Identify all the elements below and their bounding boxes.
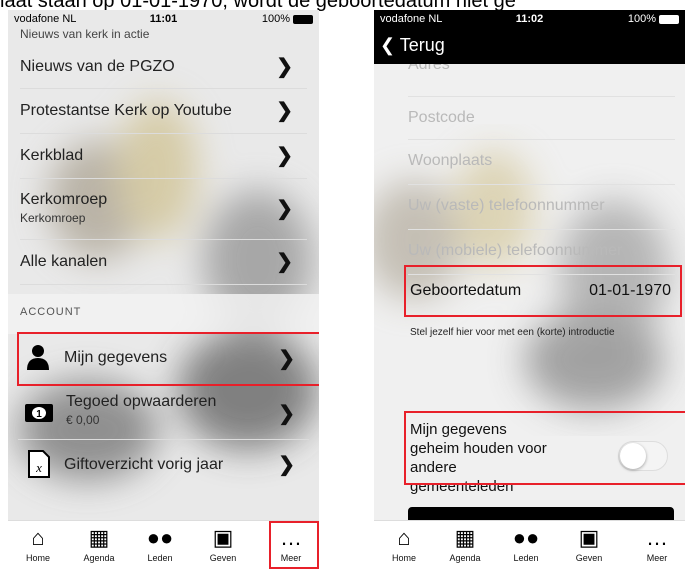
status-bar: vodafone NL 11:02 100% <box>374 10 685 29</box>
chevron-right-icon: ❯ <box>276 56 293 78</box>
calendar-icon: ▦ <box>454 525 476 550</box>
menu-item-label: Tegoed opwaarderen <box>66 393 217 410</box>
menu-item-alle-kanalen[interactable]: Alle kanalen ❯ <box>20 240 307 285</box>
tab-meer[interactable]: … Meer <box>629 523 685 563</box>
tab-leden[interactable]: ●● Leden <box>132 523 188 563</box>
postcode-field[interactable]: Postcode <box>408 97 675 140</box>
highlight-private <box>404 411 685 485</box>
address-field[interactable]: Adres <box>408 56 675 97</box>
menu-item-kerkomroep[interactable]: Kerkomroep Kerkomroep ❯ <box>20 179 307 240</box>
tab-home[interactable]: ⌂ Home <box>376 523 432 563</box>
tab-bar: ⌂ Home ▦ Agenda ●● Leden ▣ Geven … Meer <box>374 520 685 569</box>
phone-menu-screen: vodafone NL 11:01 100% Nieuws van kerk i… <box>8 10 319 569</box>
highlight-tab-meer <box>269 521 319 569</box>
tab-leden[interactable]: ●● Leden <box>498 523 554 563</box>
menu-item-youtube[interactable]: Protestantse Kerk op Youtube ❯ <box>20 89 307 134</box>
money-icon: ▣ <box>578 525 600 550</box>
menu-item-sub: Kerkomroep <box>20 211 86 225</box>
menu-item-giftoverzicht[interactable]: x Giftoverzicht vorig jaar ❯ <box>18 440 309 490</box>
status-bar: vodafone NL 11:01 100% <box>8 10 319 29</box>
highlight-mijn-gegevens <box>17 332 319 386</box>
home-icon: ⌂ <box>31 525 45 550</box>
landline-field[interactable]: Uw (vaste) telefoonnummer <box>408 185 675 230</box>
chevron-right-icon: ❯ <box>278 454 295 476</box>
battery-indicator: 100% <box>628 13 679 25</box>
battery-indicator: 100% <box>262 13 313 25</box>
battery-icon <box>659 14 679 24</box>
money-icon: ▣ <box>212 525 234 550</box>
city-field[interactable]: Woonplaats <box>408 140 675 185</box>
menu-item-kerkblad[interactable]: Kerkblad ❯ <box>20 134 307 179</box>
svg-text:1: 1 <box>36 409 42 420</box>
document-x-icon: x <box>28 450 50 478</box>
tab-geven[interactable]: ▣ Geven <box>195 523 251 563</box>
chevron-left-icon: ❮ <box>380 35 396 55</box>
chevron-right-icon: ❯ <box>278 403 295 425</box>
list-item-cut[interactable]: Nieuws van kerk in actie <box>20 27 307 41</box>
balance-value: € 0,00 <box>66 413 100 427</box>
highlight-birthdate <box>404 265 682 317</box>
more-icon: … <box>646 525 668 550</box>
chevron-right-icon: ❯ <box>276 251 293 273</box>
nav-bar: ❮ Terug <box>374 29 685 64</box>
chevron-right-icon: ❯ <box>276 100 293 122</box>
money-icon: 1 <box>25 404 53 422</box>
chevron-right-icon: ❯ <box>276 198 293 220</box>
menu-item-nieuws-pgzo[interactable]: Nieuws van de PGZO ❯ <box>20 46 307 89</box>
svg-text:x: x <box>35 460 42 475</box>
intro-hint: Stel jezelf hier voor met een (korte) in… <box>410 327 615 338</box>
people-icon: ●● <box>512 525 540 550</box>
menu-item-label: Kerkomroep <box>20 191 108 208</box>
battery-icon <box>293 14 313 24</box>
calendar-icon: ▦ <box>88 525 110 550</box>
tab-geven[interactable]: ▣ Geven <box>561 523 617 563</box>
home-icon: ⌂ <box>397 525 411 550</box>
tab-agenda[interactable]: ▦ Agenda <box>437 523 493 563</box>
section-header-account: ACCOUNT <box>20 306 82 318</box>
back-button[interactable]: ❮ Terug <box>380 35 445 56</box>
people-icon: ●● <box>146 525 174 550</box>
tab-home[interactable]: ⌂ Home <box>10 523 66 563</box>
menu-item-tegoed[interactable]: 1 Tegoed opwaarderen € 0,00 ❯ <box>18 387 309 440</box>
phone-profile-screen: vodafone NL 11:02 100% ❮ Terug Adres Pos… <box>374 10 685 569</box>
chevron-right-icon: ❯ <box>276 145 293 167</box>
tab-agenda[interactable]: ▦ Agenda <box>71 523 127 563</box>
